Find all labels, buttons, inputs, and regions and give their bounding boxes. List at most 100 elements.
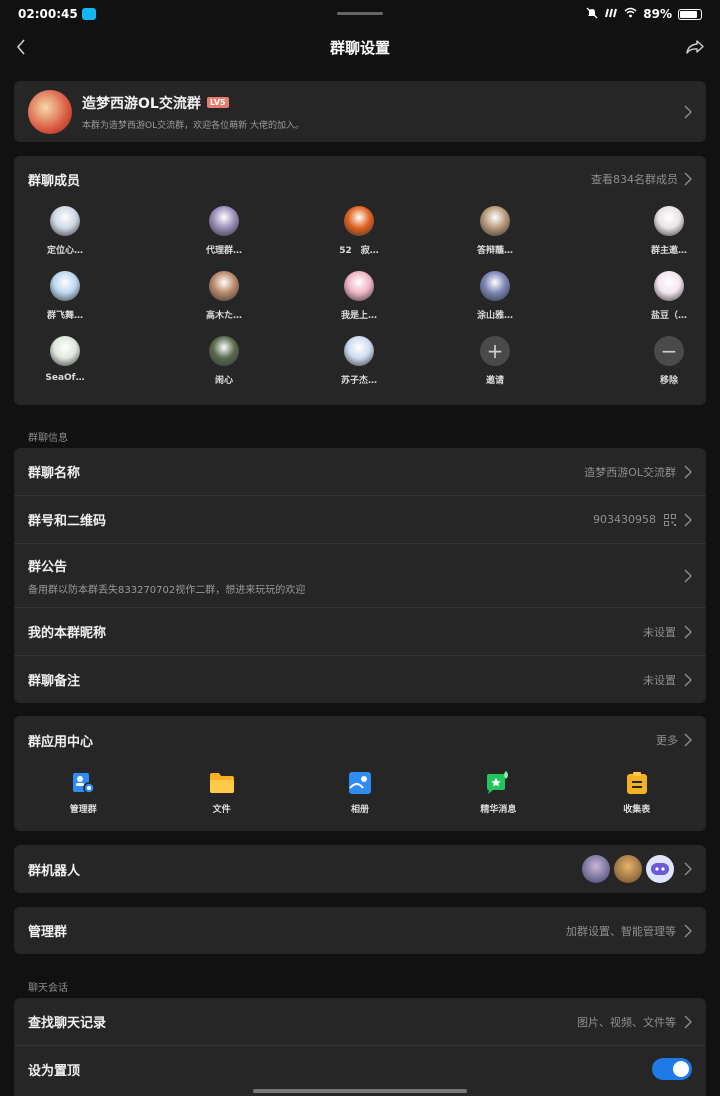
app-center-more-link[interactable]: 更多 <box>656 732 692 748</box>
signal-icon <box>604 7 618 21</box>
group-remark-value: 未设置 <box>643 673 676 687</box>
app-label: 精华消息 <box>480 805 517 815</box>
back-button[interactable] <box>8 34 34 60</box>
my-nickname-row[interactable]: 我的本群昵称 未设置 <box>14 608 706 656</box>
section-label-group-info: 群聊信息 <box>28 433 68 444</box>
app-manage-group[interactable]: 管理群 <box>14 770 152 815</box>
member-avatar <box>654 206 684 236</box>
group-name: 造梦西游OL交流群 <box>82 95 201 112</box>
chevron-right-icon <box>684 862 692 876</box>
member-item[interactable]: 群主邀… <box>624 206 714 256</box>
app-files[interactable]: 文件 <box>152 770 290 815</box>
member-item[interactable]: 定位心… <box>20 206 110 256</box>
app-notification-icon <box>81 8 96 20</box>
member-name: 52 寂… <box>339 246 379 256</box>
group-profile-card[interactable]: 造梦西游OL交流群 LV5 本群为造梦西游OL交流群，欢迎各位萌新 大佬的加入。 <box>14 81 706 142</box>
member-name: SeaOf… <box>45 373 85 383</box>
chevron-right-icon <box>684 104 692 119</box>
member-item[interactable]: 52 寂… <box>314 206 404 256</box>
member-name: 定位心… <box>46 246 83 256</box>
member-avatar <box>654 271 684 301</box>
member-avatar <box>209 336 239 366</box>
plus-icon: + <box>480 336 510 366</box>
clipboard-icon <box>624 770 650 796</box>
member-avatar <box>344 271 374 301</box>
nav-bar: 群聊设置 <box>0 28 720 66</box>
essence-message-icon <box>485 770 511 796</box>
robot-avatar <box>646 855 674 883</box>
chevron-right-icon <box>684 733 692 747</box>
app-album[interactable]: 相册 <box>291 770 429 815</box>
remove-member-button[interactable]: − 移除 <box>624 336 714 386</box>
group-remark-row[interactable]: 群聊备注 未设置 <box>14 656 706 703</box>
group-robot-label: 群机器人 <box>28 863 81 879</box>
page-title: 群聊设置 <box>329 38 390 57</box>
chevron-right-icon <box>684 1014 692 1029</box>
member-item[interactable]: 我是上… <box>314 271 404 321</box>
member-avatar <box>480 271 510 301</box>
group-notice-text: 备用群以防本群丢失833270702视作二群，想进来玩玩的欢迎 <box>28 584 306 596</box>
manage-group-value: 加群设置、智能管理等 <box>566 924 676 938</box>
pin-chat-label: 设为置顶 <box>28 1063 81 1079</box>
remove-label: 移除 <box>659 376 678 386</box>
group-id-label: 群号和二维码 <box>28 514 107 529</box>
app-collection-form[interactable]: 收集表 <box>568 770 706 815</box>
minus-icon: − <box>654 336 684 366</box>
member-name: 我是上… <box>340 311 377 321</box>
member-item[interactable]: 苏子杰… <box>314 336 404 386</box>
member-item[interactable]: SeaOf… <box>20 336 110 383</box>
home-indicator[interactable] <box>253 1089 467 1093</box>
member-name: 闹心 <box>214 376 233 386</box>
invite-member-button[interactable]: + 邀请 <box>450 336 540 386</box>
member-name: 苏子杰… <box>340 376 377 386</box>
search-chat-history-row[interactable]: 查找聊天记录 图片、视频、文件等 <box>14 998 706 1046</box>
view-all-members-link[interactable]: 查看834名群成员 <box>591 171 692 187</box>
app-list: 管理群 文件 相册 精华消息 收集表 <box>14 770 706 815</box>
top-handle <box>337 12 383 15</box>
chevron-right-icon <box>684 568 692 583</box>
group-members-card: 群聊成员 查看834名群成员 定位心… 代理群… 52 寂… 答辩蘸… 群主邀… 群飞舞…… <box>14 156 706 405</box>
group-notice-label: 群公告 <box>28 559 68 575</box>
group-notice-row[interactable]: 群公告 备用群以防本群丢失833270702视作二群，想进来玩玩的欢迎 <box>14 544 706 608</box>
search-chat-history-label: 查找聊天记录 <box>28 1016 107 1031</box>
member-item[interactable]: 涂山雅… <box>450 271 540 321</box>
group-description: 本群为造梦西游OL交流群，欢迎各位萌新 大佬的加入。 <box>82 120 304 131</box>
app-center-title: 群应用中心 <box>28 734 94 750</box>
group-id-qr-row[interactable]: 群号和二维码 903430958 <box>14 496 706 544</box>
chat-session-card: 查找聊天记录 图片、视频、文件等 设为置顶 <box>14 998 706 1096</box>
member-name: 答辩蘸… <box>476 246 513 256</box>
member-item[interactable]: 盐豆（… <box>624 271 714 321</box>
manage-group-icon <box>70 770 96 796</box>
app-essence-messages[interactable]: 精华消息 <box>429 770 567 815</box>
member-item[interactable]: 代理群… <box>179 206 269 256</box>
member-item[interactable]: 群飞舞… <box>20 271 110 321</box>
more-label: 更多 <box>656 734 678 747</box>
member-item[interactable]: 高木た… <box>179 271 269 321</box>
member-name: 盐豆（… <box>650 311 687 321</box>
member-avatar <box>50 271 80 301</box>
folder-icon <box>209 770 235 796</box>
share-icon <box>686 40 704 54</box>
battery-percent: 89% <box>643 7 672 21</box>
search-chat-history-value: 图片、视频、文件等 <box>577 1015 676 1029</box>
group-robot-row[interactable]: 群机器人 <box>14 845 706 893</box>
member-name: 群主邀… <box>650 246 687 256</box>
member-item[interactable]: 闹心 <box>179 336 269 386</box>
group-level-badge: LV5 <box>206 97 229 108</box>
section-label-chat-session: 聊天会话 <box>28 983 68 994</box>
member-name: 代理群… <box>205 246 242 256</box>
member-avatar <box>344 336 374 366</box>
member-avatar <box>50 206 80 236</box>
share-button[interactable] <box>682 34 708 60</box>
chevron-right-icon <box>684 624 692 639</box>
pin-chat-toggle[interactable] <box>652 1058 692 1080</box>
group-name-row[interactable]: 群聊名称 造梦西游OL交流群 <box>14 448 706 496</box>
app-label: 相册 <box>350 805 369 815</box>
mute-icon <box>586 7 598 22</box>
member-item[interactable]: 答辩蘸… <box>450 206 540 256</box>
manage-group-row[interactable]: 管理群 加群设置、智能管理等 <box>14 907 706 954</box>
group-id-value: 903430958 <box>593 513 656 526</box>
app-label: 文件 <box>212 805 231 815</box>
app-label: 管理群 <box>69 805 97 815</box>
robot-avatar <box>582 855 610 883</box>
